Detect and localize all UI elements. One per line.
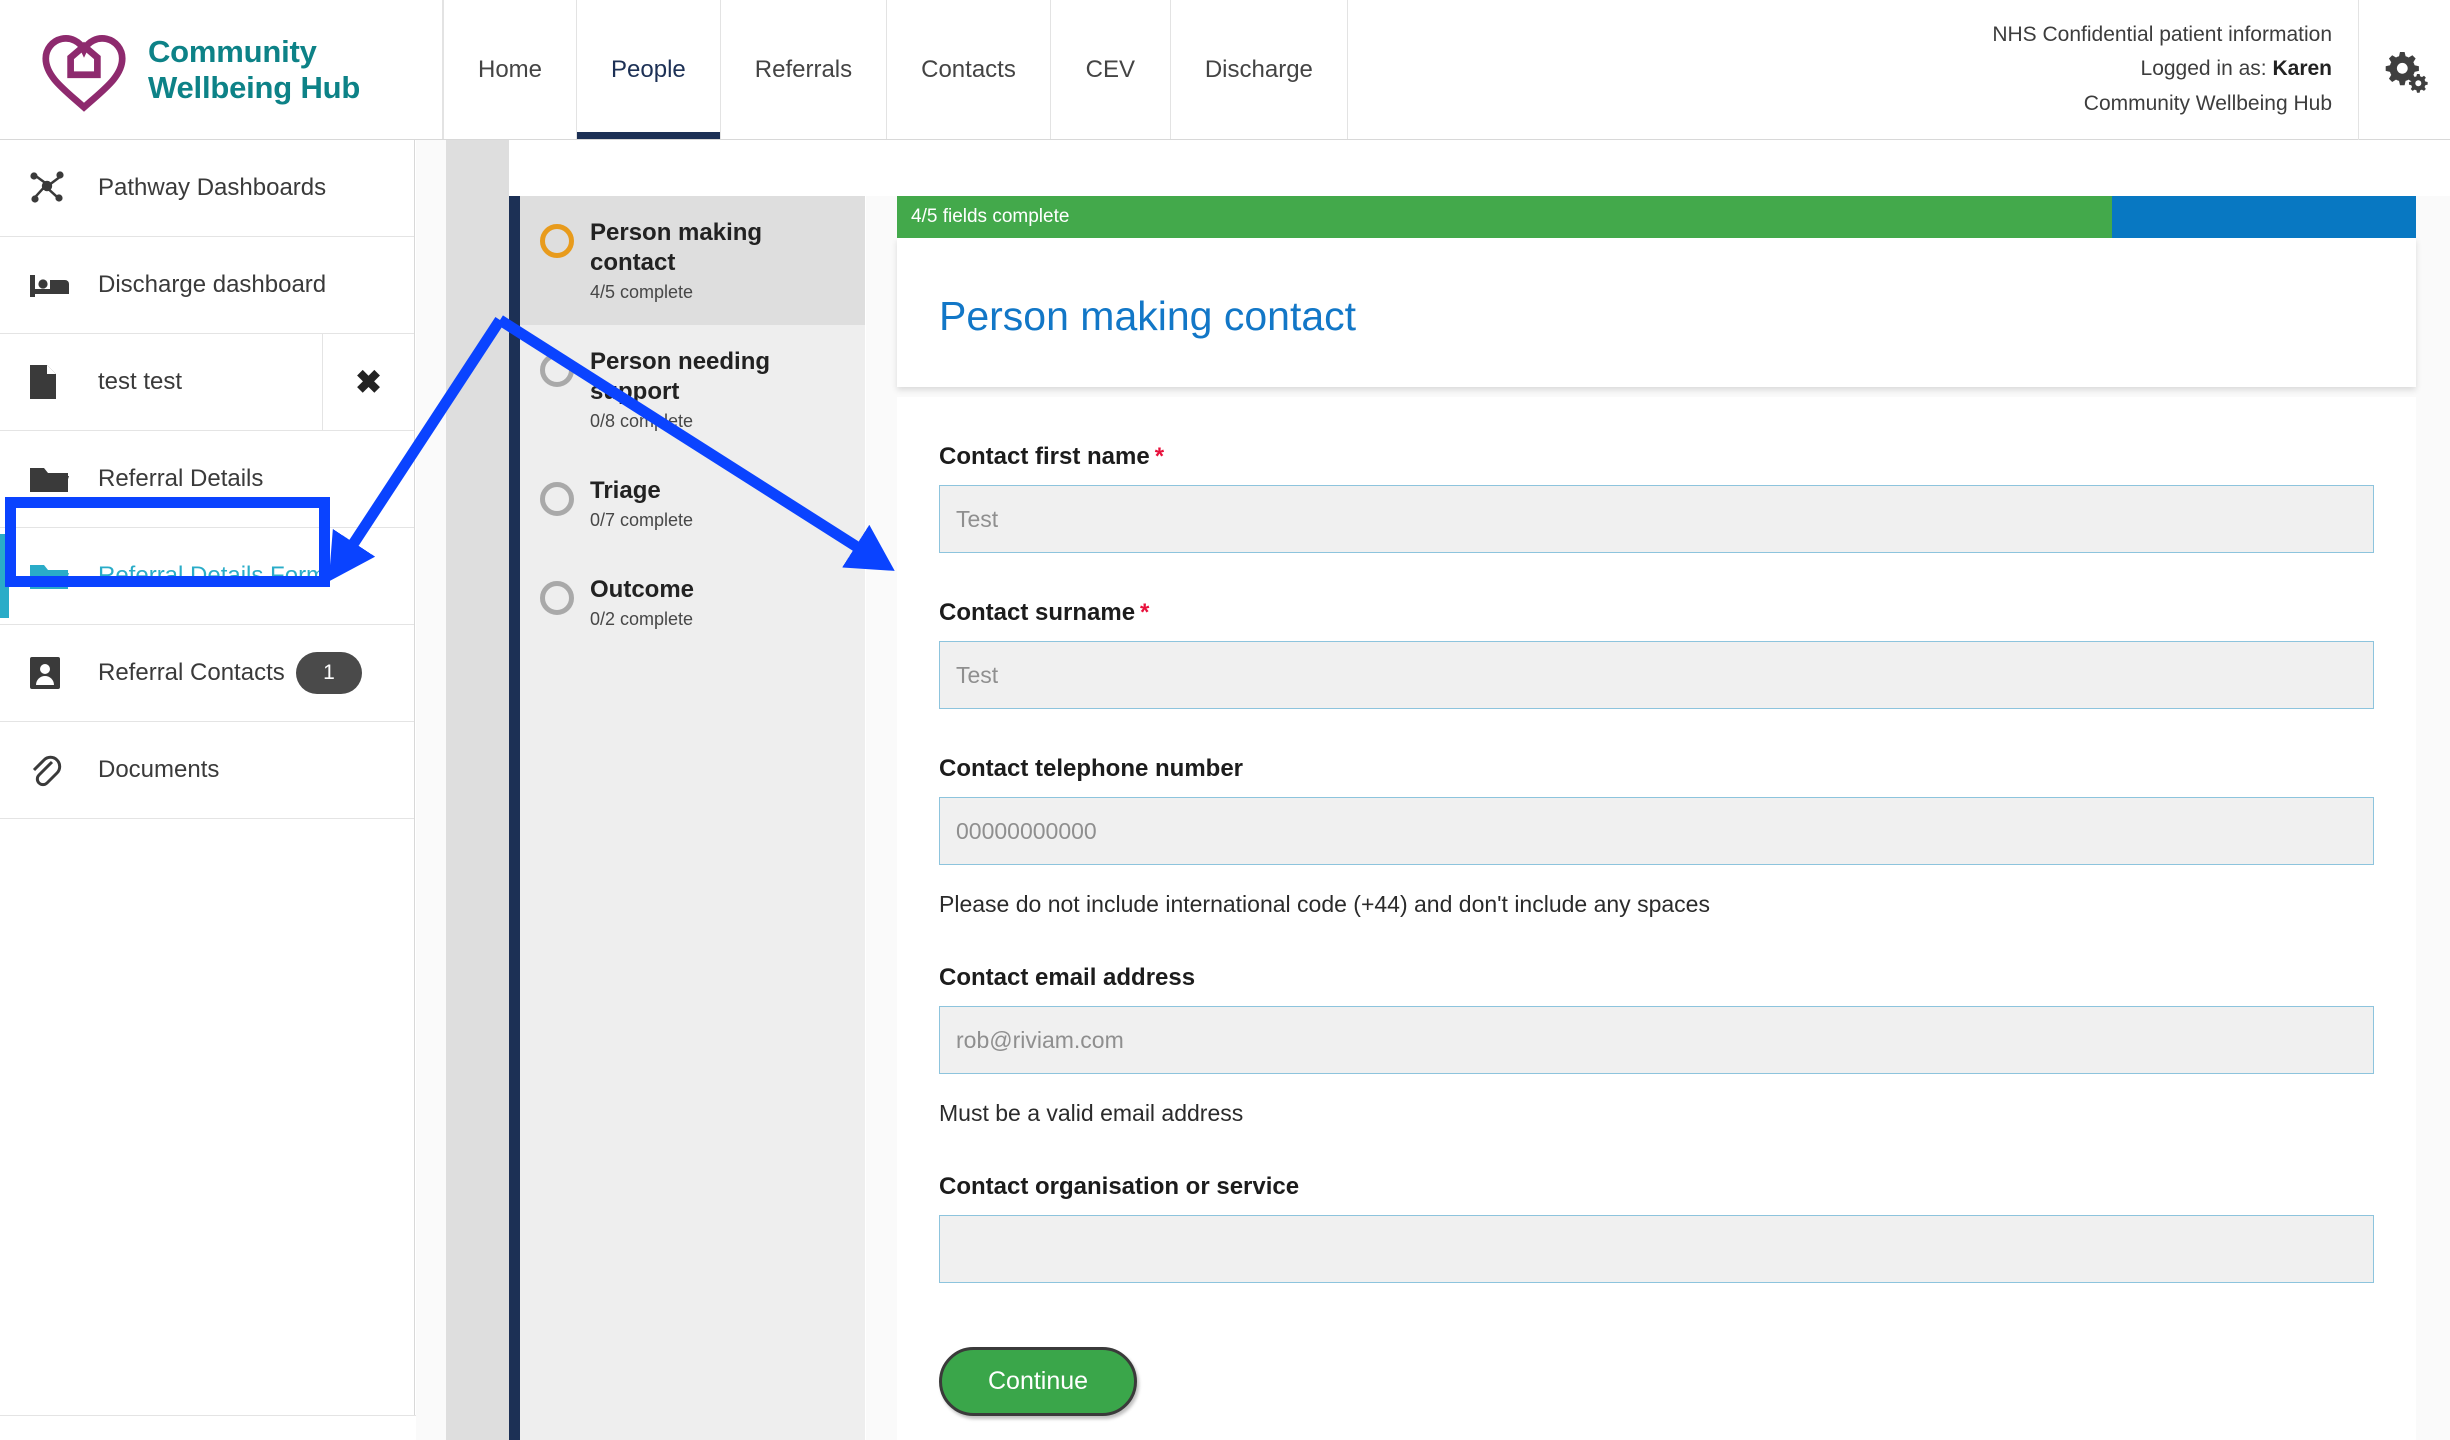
- page-title: Person making contact: [939, 293, 1357, 339]
- step-person-making-contact[interactable]: Person making contact 4/5 complete: [520, 196, 865, 325]
- top-header: Community Wellbeing Hub Home People Refe…: [0, 0, 2450, 140]
- tab-referrals[interactable]: Referrals: [720, 0, 888, 139]
- tab-home-label: Home: [478, 55, 543, 83]
- sidebar-item-documents[interactable]: Documents: [0, 722, 414, 819]
- sidebar-label-pathway-dashboards: Pathway Dashboards: [98, 174, 327, 201]
- label-contact-organisation: Contact organisation or service: [939, 1173, 1300, 1201]
- logged-in-prefix: Logged in as:: [2140, 57, 2267, 81]
- tab-people-label: People: [611, 55, 686, 83]
- label-text: Contact surname: [939, 599, 1136, 627]
- step-title: Triage: [590, 477, 661, 504]
- label-contact-first-name: Contact first name *: [939, 443, 1164, 471]
- close-icon[interactable]: ✖: [322, 333, 414, 431]
- step-status-ring-icon: [540, 482, 574, 516]
- sidebar-label-discharge-dashboard: Discharge dashboard: [98, 271, 327, 298]
- field-contact-surname: Contact surname *: [939, 599, 2374, 710]
- referral-contacts-count-badge: 1: [296, 652, 362, 694]
- tab-discharge-label: Discharge: [1204, 55, 1313, 83]
- field-contact-first-name: Contact first name *: [939, 443, 2374, 554]
- brand-name: Community Wellbeing Hub: [148, 34, 360, 106]
- step-title: Outcome: [590, 576, 695, 603]
- form-progress-fill: [897, 196, 2113, 238]
- tab-people[interactable]: People: [577, 0, 721, 139]
- network-nodes-icon: [28, 169, 82, 207]
- contact-surname-input[interactable]: [939, 641, 2374, 710]
- form-progress-bar: 4/5 fields complete: [897, 196, 2416, 238]
- paperclip-icon: [28, 751, 82, 789]
- contact-email-input[interactable]: [939, 1006, 2374, 1075]
- heart-house-logo-icon: [42, 34, 126, 112]
- logged-in-user: Karen: [2272, 57, 2332, 81]
- step-title: Person needing support: [590, 348, 771, 405]
- contact-first-name-input[interactable]: [939, 485, 2374, 554]
- cogs-icon: [2385, 51, 2428, 93]
- form-card-area: 4/5 fields complete Person making contac…: [866, 196, 2450, 1440]
- brand-line-2: Wellbeing Hub: [148, 69, 361, 105]
- folder-icon: [28, 463, 82, 495]
- brand-logo-area[interactable]: Community Wellbeing Hub: [0, 0, 443, 139]
- step-progress: 0/7 complete: [590, 510, 694, 530]
- content-gutter-light: [416, 140, 446, 1440]
- label-contact-email: Contact email address: [939, 964, 1196, 992]
- step-title: Person making contact: [590, 219, 763, 276]
- step-progress: 4/5 complete: [590, 282, 694, 302]
- confidential-notice: NHS Confidential patient information: [1992, 23, 2332, 47]
- tab-contacts-label: Contacts: [921, 55, 1016, 83]
- form-progress-label: 4/5 fields complete: [911, 206, 1070, 227]
- tab-referrals-label: Referrals: [754, 55, 853, 83]
- sidebar-label-referral-contacts: Referral Contacts: [98, 659, 285, 686]
- contact-card-icon: [28, 655, 82, 691]
- step-progress: 0/8 complete: [590, 411, 694, 431]
- hint-contact-email: Must be a valid email address: [939, 1100, 1244, 1127]
- tab-discharge[interactable]: Discharge: [1170, 0, 1348, 139]
- label-text: Contact first name: [939, 443, 1150, 471]
- left-sidebar: Pathway Dashboards Discharge dashboard t…: [0, 140, 415, 1440]
- required-marker: *: [1154, 443, 1165, 471]
- tab-cev[interactable]: CEV: [1050, 0, 1171, 139]
- app-root: Community Wellbeing Hub Home People Refe…: [0, 0, 2450, 1440]
- session-info: NHS Confidential patient information Log…: [1992, 18, 2358, 120]
- step-status-ring-icon: [540, 581, 574, 615]
- sidebar-label-documents: Documents: [98, 756, 220, 783]
- sidebar-label-referral-details: Referral Details: [98, 465, 264, 492]
- sidebar-item-pathway-dashboards[interactable]: Pathway Dashboards: [0, 140, 414, 237]
- hint-contact-telephone: Please do not include international code…: [939, 891, 1710, 918]
- step-triage[interactable]: Triage 0/7 complete: [520, 454, 865, 553]
- field-contact-telephone: Contact telephone number Please do not i…: [939, 755, 2374, 918]
- step-status-ring-icon: [540, 353, 574, 387]
- continue-button[interactable]: Continue: [939, 1347, 1138, 1417]
- step-progress: 0/2 complete: [590, 609, 694, 629]
- sidebar-item-test-test[interactable]: test test ✖: [0, 333, 414, 431]
- tab-contacts[interactable]: Contacts: [887, 0, 1051, 139]
- steps-accent-bar: [509, 196, 520, 1440]
- field-contact-organisation: Contact organisation or service: [939, 1173, 2374, 1284]
- bed-icon: [28, 269, 82, 301]
- document-icon: [28, 363, 82, 401]
- organisation-name: Community Wellbeing Hub: [2083, 91, 2332, 115]
- tab-home[interactable]: Home: [443, 0, 578, 139]
- main-nav-tabs: Home People Referrals Contacts CEV Disch…: [443, 0, 1348, 139]
- header-right-area: NHS Confidential patient information Log…: [1992, 0, 2450, 140]
- required-marker: *: [1140, 599, 1150, 627]
- settings-button[interactable]: [2358, 0, 2450, 140]
- step-person-needing-support[interactable]: Person needing support 0/8 complete: [520, 325, 865, 454]
- logged-in-line: Logged in as: Karen: [1992, 52, 2332, 86]
- step-outcome[interactable]: Outcome 0/2 complete: [520, 553, 865, 652]
- form-title-card: Person making contact: [897, 238, 2416, 388]
- form-fields-card: Contact first name* Contact surname* Con…: [897, 397, 2416, 1440]
- sidebar-item-discharge-dashboard[interactable]: Discharge dashboard: [0, 237, 414, 334]
- brand-line-1: Community: [148, 33, 317, 69]
- contact-organisation-input[interactable]: [939, 1215, 2374, 1284]
- sidebar-label-test-test: test test: [98, 368, 183, 395]
- contact-telephone-input[interactable]: [939, 797, 2374, 866]
- tab-cev-label: CEV: [1085, 55, 1136, 83]
- label-contact-telephone: Contact telephone number: [939, 755, 1244, 783]
- annotation-highlight-box: [5, 497, 330, 587]
- label-contact-surname: Contact surname *: [939, 599, 1149, 627]
- step-status-ring-icon: [540, 224, 574, 258]
- sidebar-item-referral-contacts[interactable]: Referral Contacts 1: [0, 625, 414, 722]
- form-steps-panel: Person making contact 4/5 complete Perso…: [520, 196, 865, 1440]
- sidebar-bottom-strip: [0, 1415, 416, 1440]
- field-contact-email: Contact email address Must be a valid em…: [939, 964, 2374, 1127]
